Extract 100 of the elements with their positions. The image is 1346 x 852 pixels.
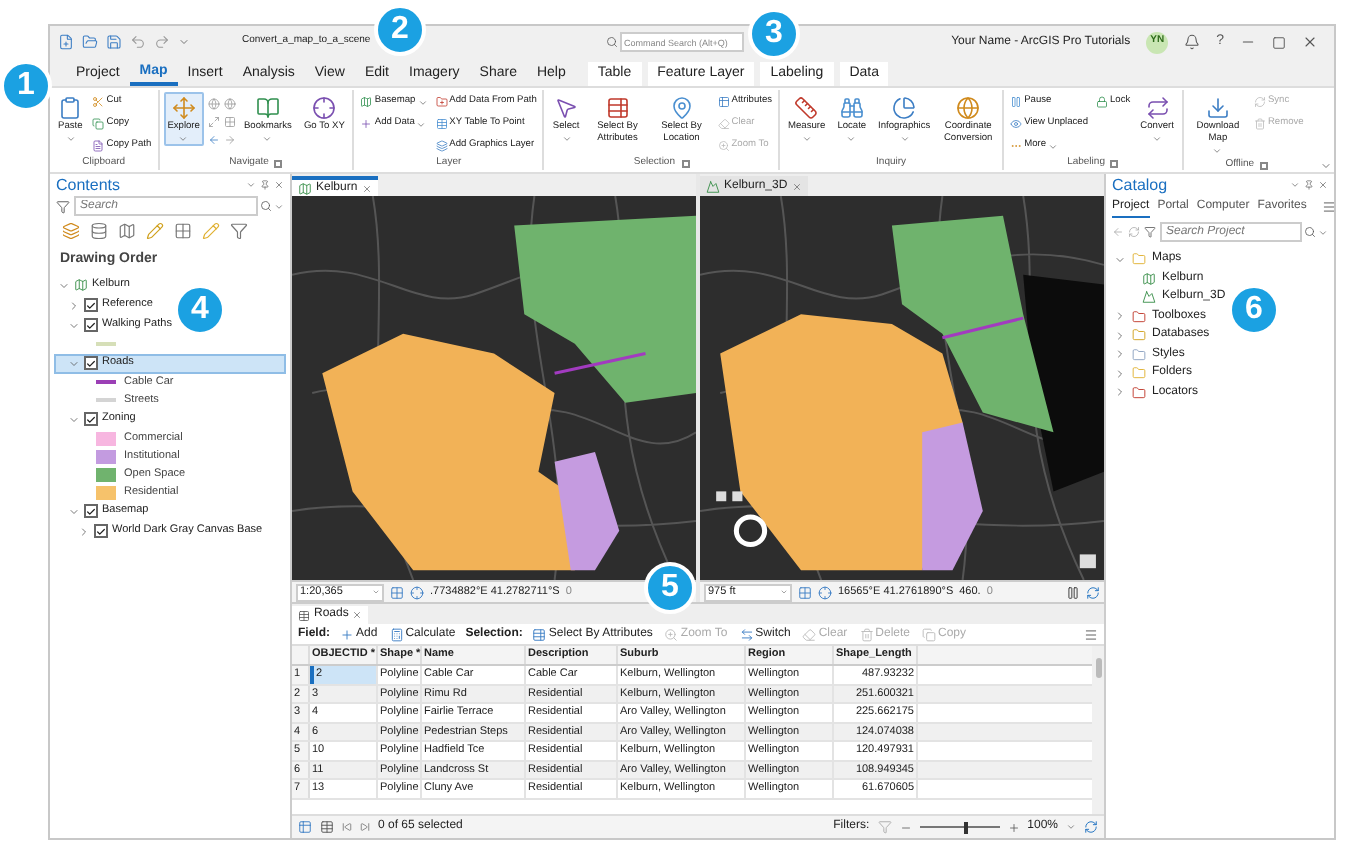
caret-icon <box>801 134 812 144</box>
refresh-icon <box>1128 226 1140 238</box>
lock-icon <box>1096 96 1109 108</box>
copy-icon <box>92 118 105 130</box>
table-icon <box>717 96 730 108</box>
crosshair-icon <box>410 585 424 599</box>
grid-icon <box>174 222 192 240</box>
callout-badge: 1 <box>0 60 52 112</box>
close-icon <box>1302 34 1318 50</box>
book-icon <box>255 96 280 120</box>
pointer-icon <box>554 96 579 120</box>
launcher-icon[interactable] <box>681 159 689 167</box>
filter-icon <box>877 820 892 834</box>
folder-plus-icon <box>435 96 448 108</box>
layers-icon <box>435 140 448 152</box>
map-icon <box>74 278 88 292</box>
binoculars-icon <box>839 96 864 120</box>
caret-icon <box>1290 180 1300 190</box>
map-icon <box>360 96 373 108</box>
grid-icon <box>798 585 812 599</box>
customize-icon <box>178 36 190 48</box>
refresh-icon <box>1086 585 1100 599</box>
bell-icon <box>1184 34 1201 50</box>
caret-icon <box>262 134 273 144</box>
pane-title: Catalog <box>1112 173 1170 197</box>
map-icon <box>298 181 312 195</box>
pane-title: Contents <box>56 173 123 197</box>
caret-icon <box>1318 227 1328 237</box>
ruler-icon <box>794 96 819 120</box>
trash-icon <box>1253 118 1266 130</box>
checkbox[interactable] <box>84 356 98 370</box>
refresh-icon <box>1084 820 1098 834</box>
map-drawing[interactable] <box>700 196 1104 580</box>
caret-down-icon <box>1114 253 1126 266</box>
maximize-icon <box>1272 35 1286 49</box>
menu-icon <box>1322 200 1337 214</box>
zoom-slider[interactable] <box>919 821 1000 833</box>
caret-icon <box>1212 146 1223 156</box>
pencil-icon <box>202 222 220 240</box>
eraser-icon <box>802 627 817 641</box>
move-arrows-icon <box>171 96 196 120</box>
folder-icon <box>82 34 98 50</box>
grid-icon <box>223 116 236 128</box>
database-icon <box>90 222 108 240</box>
caret-down-icon <box>68 505 80 517</box>
caret-down-icon <box>68 357 80 369</box>
search-icon <box>606 36 618 48</box>
caret-icon <box>178 134 189 144</box>
caret-icon <box>416 119 427 129</box>
plus-icon <box>340 627 354 641</box>
back-icon <box>1112 226 1124 238</box>
pin-icon <box>260 180 270 190</box>
scissors-icon <box>92 96 105 108</box>
search-icon <box>260 200 272 212</box>
scrollbar[interactable] <box>1092 646 1104 814</box>
collapse-ribbon-icon <box>1320 160 1332 172</box>
caret-icon <box>1048 141 1059 151</box>
filter-icon <box>56 199 70 213</box>
caret-down-icon <box>68 319 80 331</box>
plus-icon <box>1007 821 1020 833</box>
map-icon <box>1142 271 1156 286</box>
caret-down-icon <box>68 413 80 425</box>
checkbox[interactable] <box>84 412 98 426</box>
sync-icon <box>1253 96 1266 108</box>
caret-right-icon <box>78 525 90 537</box>
launcher-icon[interactable] <box>1110 159 1119 167</box>
repeat-icon <box>1145 96 1170 120</box>
callout-badge: 2 <box>374 4 426 56</box>
mountain-icon <box>1142 290 1156 305</box>
checkbox[interactable] <box>94 524 108 538</box>
new-file-icon <box>58 34 74 50</box>
menu-icon <box>1084 627 1098 641</box>
zoom-in-icon <box>717 140 730 152</box>
table-icon <box>298 609 310 621</box>
calculator-icon <box>389 627 404 641</box>
minus-icon <box>899 821 912 833</box>
folder-icon <box>1132 347 1146 362</box>
checkbox[interactable] <box>84 298 98 312</box>
search-icon <box>1304 226 1316 238</box>
pause-icon <box>1010 96 1023 108</box>
table-view-icon <box>298 820 312 834</box>
caret-right-icon <box>68 299 80 311</box>
download-icon <box>1205 96 1230 120</box>
launcher-icon[interactable] <box>1260 161 1269 169</box>
slider-thumb[interactable] <box>963 821 968 833</box>
eye-icon <box>1010 118 1023 130</box>
redo-icon <box>154 34 170 50</box>
caret-icon <box>274 201 284 211</box>
grid-icon <box>390 585 404 599</box>
checkbox[interactable] <box>84 504 98 518</box>
table-icon <box>435 118 448 130</box>
filter-icon <box>1144 226 1156 238</box>
pause-icon <box>1066 585 1080 599</box>
list-icon <box>62 222 80 240</box>
launcher-icon[interactable] <box>274 159 283 167</box>
zoom-in-icon <box>664 627 679 641</box>
callout-badge: 3 <box>748 8 800 60</box>
caret-down-icon <box>58 279 70 291</box>
filter-icon <box>230 222 248 240</box>
checkbox[interactable] <box>84 318 98 332</box>
